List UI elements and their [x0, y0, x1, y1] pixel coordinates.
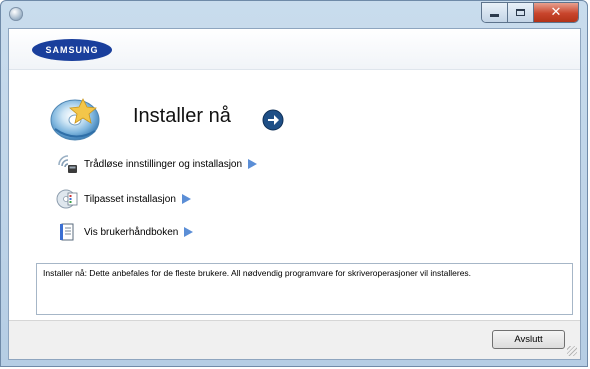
maximize-icon: [516, 9, 525, 16]
option-user-manual[interactable]: Vis brukerhåndboken: [56, 221, 194, 243]
samsung-logo: SAMSUNG: [32, 39, 112, 61]
footer-bar: Avslutt: [9, 320, 580, 359]
install-now-option[interactable]: Installer nå: [49, 93, 349, 143]
arrow-right-icon: [181, 194, 191, 204]
resize-grip[interactable]: [567, 346, 577, 356]
minimize-icon: [490, 14, 499, 17]
option-label: Vis brukerhåndboken: [84, 226, 179, 238]
app-icon: [9, 7, 23, 21]
user-manual-icon: [56, 221, 78, 243]
option-label: Trådløse innstillinger og installasjon: [84, 158, 243, 170]
description-text: Installer nå: Dette anbefales for de fle…: [43, 268, 472, 278]
custom-install-disc-icon: [56, 188, 78, 210]
header-band: SAMSUNG: [9, 29, 580, 70]
installer-content: SAMSUNG Installer nå Trådløse innstillin…: [8, 28, 581, 360]
arrow-right-circle-icon: [262, 109, 284, 131]
close-button[interactable]: ✕: [534, 3, 578, 22]
description-box: Installer nå: Dette anbefales for de fle…: [36, 263, 573, 315]
install-disc-icon: [50, 98, 100, 141]
title-bar[interactable]: ✕: [1, 1, 587, 27]
arrow-right-icon: [248, 159, 258, 169]
option-label: Tilpasset installasjon: [84, 193, 176, 205]
exit-button[interactable]: Avslutt: [492, 330, 565, 349]
minimize-button[interactable]: [482, 3, 508, 22]
install-now-title: Installer nå: [133, 105, 231, 127]
window-controls: ✕: [481, 2, 579, 23]
option-custom-install[interactable]: Tilpasset installasjon: [56, 188, 191, 210]
close-icon: ✕: [550, 5, 562, 20]
arrow-right-icon: [184, 227, 194, 237]
option-wireless-setup[interactable]: Trådløse innstillinger og installasjon: [56, 153, 258, 175]
wireless-icon: [56, 153, 78, 175]
maximize-button[interactable]: [508, 3, 534, 22]
installer-window: ✕ SAMSUNG Installer nå Trådløse innstill…: [0, 0, 588, 367]
